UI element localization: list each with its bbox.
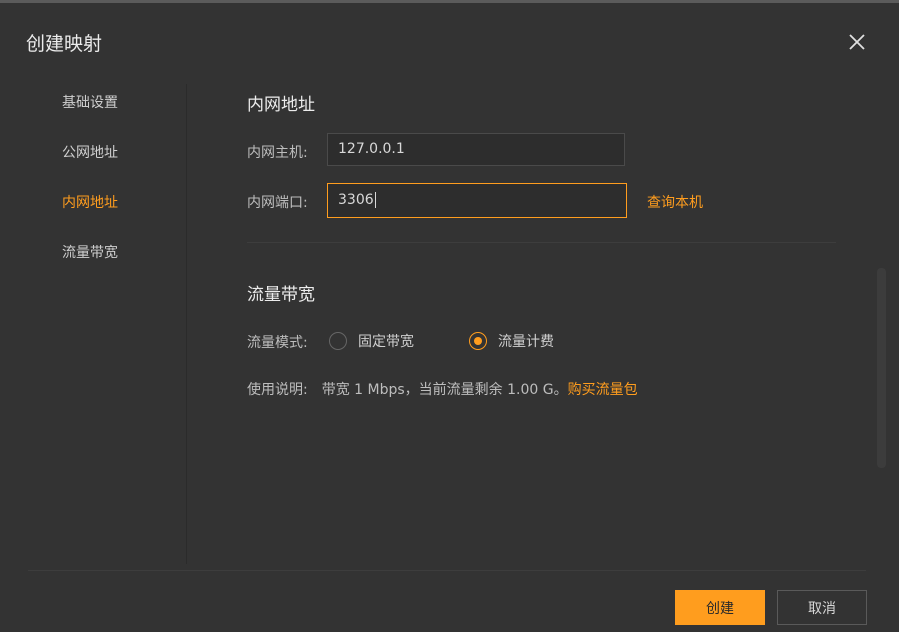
nav-item-traffic-bandwidth[interactable]: 流量带宽 (62, 242, 118, 262)
radio-circle-checked (469, 332, 487, 350)
intranet-port-value: 3306 (338, 192, 374, 208)
text-cursor (374, 192, 376, 208)
usage-label: 使用说明: (247, 382, 308, 398)
dialog-title: 创建映射 (26, 33, 103, 55)
radio-circle-unchecked (329, 332, 347, 350)
scrollbar-thumb[interactable] (877, 268, 886, 468)
intranet-port-input[interactable]: 3306 (327, 183, 627, 218)
cancel-button[interactable]: 取消 (777, 590, 867, 625)
create-button[interactable]: 创建 (675, 590, 765, 625)
radio-traffic-billing-label: 流量计费 (498, 334, 554, 350)
traffic-mode-label: 流量模式: (247, 335, 308, 351)
nav-item-public-address[interactable]: 公网地址 (62, 142, 118, 162)
usage-description: 使用说明: 带宽 1 Mbps，当前流量剩余 1.00 G。购买流量包 (247, 379, 638, 399)
create-mapping-dialog: 创建映射 (0, 3, 899, 632)
usage-text: 带宽 1 Mbps，当前流量剩余 1.00 G。 (321, 382, 568, 398)
bandwidth-section-title: 流量带宽 (247, 285, 315, 305)
nav-item-intranet-address[interactable]: 内网地址 (62, 192, 118, 212)
intranet-section-title: 内网地址 (247, 95, 315, 115)
section-divider (247, 242, 836, 243)
radio-traffic-billing[interactable]: 流量计费 (469, 331, 554, 351)
nav-divider (186, 84, 187, 564)
nav-item-basic-settings[interactable]: 基础设置 (62, 92, 118, 112)
query-local-link[interactable]: 查询本机 (647, 192, 703, 212)
radio-fixed-bandwidth[interactable]: 固定带宽 (329, 331, 414, 351)
intranet-host-input[interactable]: 127.0.0.1 (327, 133, 625, 166)
buy-traffic-link[interactable]: 购买流量包 (568, 382, 638, 398)
radio-fixed-bandwidth-label: 固定带宽 (358, 334, 414, 350)
footer-divider (28, 570, 866, 571)
close-icon[interactable] (842, 27, 872, 57)
intranet-port-label: 内网端口: (247, 195, 308, 211)
intranet-host-label: 内网主机: (247, 145, 308, 161)
